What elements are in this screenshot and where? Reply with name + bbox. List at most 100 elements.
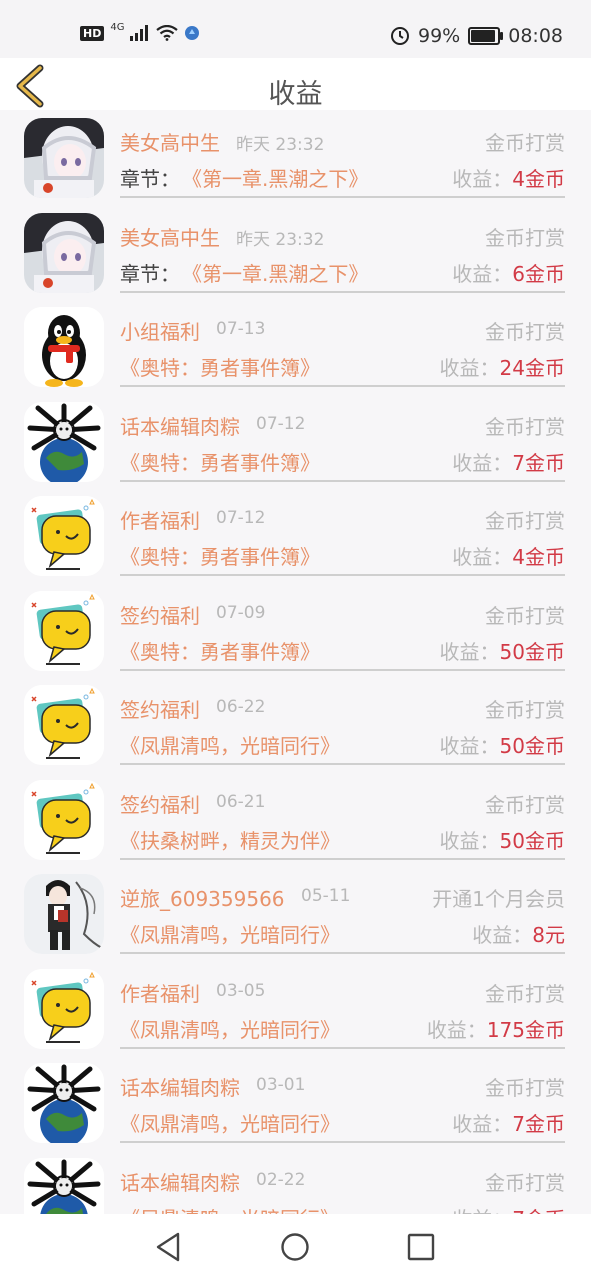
earning-label: 收益： (452, 1112, 513, 1136)
list-item[interactable]: 美女高中生 昨天 23:32 金币打赏 章节： 《第一章.黑潮之下》 收益：4金币 (0, 110, 591, 204)
list-item[interactable]: 作者福利 07-12 金币打赏 《奥特：勇者事件簿》 收益：4金币 (0, 488, 591, 582)
nav-back-button[interactable] (152, 1230, 186, 1264)
earning: 收益：7金币 (452, 1203, 565, 1215)
user-name[interactable]: 话本编辑肉粽 (120, 411, 240, 440)
reward-type: 金币打赏 (485, 792, 565, 817)
anime-boy-avatar[interactable] (24, 874, 104, 954)
row-divider (120, 952, 565, 954)
book-title[interactable]: 《第一章.黑潮之下》 (182, 258, 368, 287)
reward-type: 金币打赏 (485, 698, 565, 722)
book-title[interactable]: 《奥特：勇者事件簿》 (120, 636, 320, 665)
earning-label: 收益： (426, 1017, 487, 1042)
user-name[interactable]: 作者福利 (120, 505, 200, 534)
record-date: 07-09 (216, 602, 266, 623)
record-date: 06-21 (216, 791, 266, 812)
chat-bubble-avatar[interactable] (24, 496, 104, 576)
user-name[interactable]: 签约福利 (120, 694, 200, 723)
status-time: 08:08 (508, 25, 563, 47)
list-item[interactable]: 话本编辑肉粽 02-22 金币打赏《凤鼎清鸣，光暗同行》 收益：7金币 (0, 1150, 591, 1215)
list-item[interactable]: 逆旅_609359566 05-11 开通1个月会员 《凤鼎清鸣，光暗同行》 收益：8元 (0, 866, 591, 960)
user-name[interactable]: 逆旅_609359566 (120, 883, 285, 912)
chat-bubble-avatar[interactable] (24, 779, 104, 860)
book-title[interactable]: 《凤鼎清鸣，光暗同行》 (120, 1014, 340, 1043)
list-item[interactable]: 签约福利 06-22 金币打赏《凤鼎清鸣，光暗同行》 收益：50金币 (0, 677, 591, 771)
book-title[interactable]: 《第一章.黑潮之下》 (182, 163, 368, 192)
wifi-icon (156, 25, 179, 41)
anime-girl-avatar[interactable] (24, 118, 104, 198)
chat-bubble-avatar[interactable] (24, 590, 104, 671)
earning-label: 收益： (452, 545, 513, 569)
earning-value: 6金币 (512, 261, 565, 286)
user-name[interactable]: 作者福利 (120, 978, 200, 1007)
row-divider (120, 479, 565, 482)
list-item[interactable]: 小组福利 07-13 金币打赏 《奥特：勇者事件簿》 收益：24金币 (0, 299, 591, 393)
record-date: 昨天 23:32 (236, 135, 325, 155)
earning: 收益：50金币 (440, 730, 565, 759)
earning: 收益：50金币 (440, 825, 565, 854)
reward-type: 金币打赏 (485, 981, 565, 1006)
row-divider (120, 668, 565, 671)
status-right: 99% 08:08 (390, 25, 563, 47)
list-item[interactable]: 话本编辑肉粽 03-01 金币打赏 《凤鼎清鸣，光暗同行》 收益：7金币 (0, 1055, 591, 1149)
earning-label: 收益： (439, 828, 500, 853)
user-name[interactable]: 签约福利 (120, 789, 200, 818)
list-item[interactable]: 作者福利 03-05 金币打赏《凤鼎清鸣，光暗同行》 收益：175金币 (0, 961, 591, 1055)
earning: 收益：7金币 (452, 447, 565, 476)
earth-meme-avatar[interactable] (24, 1157, 104, 1214)
row-divider (120, 574, 565, 576)
earth-meme-avatar[interactable] (24, 401, 104, 482)
user-name[interactable]: 美女高中生 (120, 127, 220, 156)
row-divider (120, 857, 565, 860)
user-name[interactable]: 话本编辑肉粽 (120, 1167, 240, 1196)
reward-type: 金币打赏 (485, 509, 565, 533)
data-saver-icon (391, 27, 409, 45)
record-date: 03-05 (216, 980, 266, 1001)
row-divider (120, 1046, 565, 1049)
earning: 收益：6金币 (452, 258, 565, 287)
book-title[interactable]: 《凤鼎清鸣，光暗同行》 (120, 1108, 340, 1137)
row-divider (120, 385, 565, 387)
earning: 收益：24金币 (440, 352, 565, 381)
anime-girl-avatar[interactable] (24, 212, 104, 293)
reward-type: 金币打赏 (485, 603, 565, 628)
nav-home-button[interactable] (278, 1230, 312, 1264)
earning: 收益：4金币 (452, 541, 565, 570)
earning-value: 4金币 (512, 545, 565, 569)
record-date: 02-22 (256, 1169, 306, 1190)
book-title[interactable]: 《凤鼎清鸣，光暗同行》 (120, 919, 340, 948)
navigation-bar (0, 1214, 591, 1280)
user-name[interactable]: 小组福利 (120, 316, 200, 345)
record-date: 07-12 (256, 413, 306, 434)
earth-meme-avatar[interactable] (24, 1063, 104, 1143)
earning-value: 4金币 (512, 167, 565, 191)
book-title[interactable]: 《扶桑树畔，精灵为伴》 (120, 825, 340, 854)
user-name[interactable]: 签约福利 (120, 600, 200, 629)
record-date: 06-22 (216, 697, 266, 717)
list-item[interactable]: 美女高中生 昨天 23:32 金币打赏 章节： 《第一章.黑潮之下》 收益：6金币 (0, 205, 591, 299)
earning: 收益：8元 (472, 919, 565, 948)
book-title[interactable]: 《凤鼎清鸣，光暗同行》 (120, 1203, 340, 1215)
record-date: 昨天 23:32 (236, 229, 325, 250)
earning: 收益：175金币 (427, 1014, 565, 1043)
user-name[interactable]: 话本编辑肉粽 (120, 1072, 240, 1101)
app-notification-icon (185, 26, 200, 40)
reward-type: 金币打赏 (485, 414, 565, 439)
list-item[interactable]: 话本编辑肉粽 07-12 金币打赏《奥特：勇者事件簿》 收益：7金币 (0, 394, 591, 488)
book-title[interactable]: 《凤鼎清鸣，光暗同行》 (120, 730, 340, 759)
book-title[interactable]: 《奥特：勇者事件簿》 (120, 352, 320, 381)
battery-fill (471, 30, 496, 42)
earning-label: 收益： (439, 639, 500, 664)
nav-recents-button[interactable] (404, 1230, 438, 1264)
list-item[interactable]: 签约福利 07-09 金币打赏 《奥特：勇者事件簿》 收益：50金币 (0, 583, 591, 677)
row-divider (120, 290, 565, 293)
chat-bubble-avatar[interactable] (24, 685, 104, 765)
list-item[interactable]: 签约福利 06-21 金币打赏《扶桑树畔，精灵为伴》 收益：50金币 (0, 772, 591, 866)
chat-bubble-avatar[interactable] (24, 968, 104, 1049)
book-title[interactable]: 《奥特：勇者事件簿》 (120, 541, 320, 570)
penguin-avatar[interactable] (24, 307, 104, 387)
back-triangle-icon (156, 1232, 180, 1262)
user-name[interactable]: 美女高中生 (120, 222, 220, 251)
record-date: 03-01 (256, 1075, 306, 1095)
book-title[interactable]: 《奥特：勇者事件簿》 (120, 447, 320, 476)
earnings-list[interactable]: 美女高中生 昨天 23:32 金币打赏 章节： 《第一章.黑潮之下》 收益：4金币 美女高中… (0, 110, 591, 1214)
